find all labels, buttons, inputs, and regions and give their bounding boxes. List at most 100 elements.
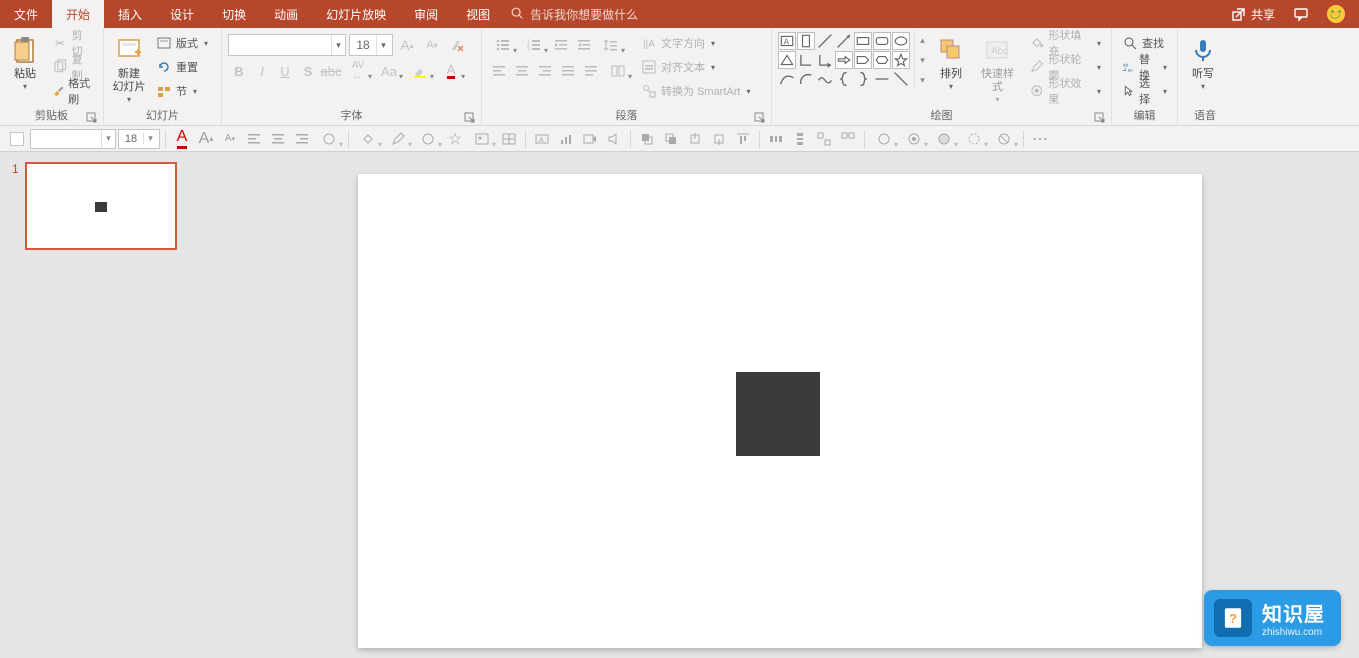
insert-chart-button[interactable]: [555, 128, 577, 150]
slide-thumbnail-1[interactable]: 1: [12, 162, 188, 250]
char-spacing-button[interactable]: AV↔: [343, 60, 373, 82]
thumb-preview[interactable]: [25, 162, 177, 250]
bullets-button[interactable]: [488, 34, 518, 56]
shape-effects-button[interactable]: 形状效果▾: [1025, 80, 1105, 102]
tab-slideshow[interactable]: 幻灯片放映: [312, 0, 400, 28]
dictate-button[interactable]: 听写 ▾: [1182, 30, 1224, 91]
circle1-button[interactable]: [870, 128, 898, 150]
smartart-button[interactable]: 转换为 SmartArt▾: [637, 80, 754, 102]
bring-forward-button[interactable]: [684, 128, 706, 150]
star-button[interactable]: ☆: [444, 128, 466, 150]
tab-review[interactable]: 审阅: [400, 0, 452, 28]
circle5-button[interactable]: [990, 128, 1018, 150]
tab-animation[interactable]: 动画: [260, 0, 312, 28]
reset-button[interactable]: 重置: [152, 56, 212, 78]
ungroup-button[interactable]: [837, 128, 859, 150]
paste-button[interactable]: 粘贴 ▾: [4, 30, 46, 91]
dropdown-caret-icon[interactable]: ▾: [376, 35, 390, 55]
layout-button[interactable]: 版式▾: [152, 32, 212, 54]
decrease-indent-button[interactable]: [550, 34, 572, 56]
shape-line[interactable]: [816, 32, 834, 50]
shape-curve[interactable]: [778, 70, 796, 88]
shape-arrow-right[interactable]: [835, 51, 853, 69]
align-left-2-button[interactable]: [243, 128, 265, 150]
shadow-button[interactable]: S: [297, 60, 319, 82]
slide-thumbnail-panel[interactable]: 1: [0, 152, 200, 658]
font-combo-2[interactable]: ▾: [30, 129, 116, 149]
font-color-button[interactable]: A: [436, 60, 466, 82]
text-direction-button[interactable]: ||A文字方向▾: [637, 32, 754, 54]
distribute-h-button[interactable]: [765, 128, 787, 150]
shape-elbow-arrow[interactable]: [816, 51, 834, 69]
font-size-combo[interactable]: ▾: [349, 34, 393, 56]
circle2-button[interactable]: [900, 128, 928, 150]
shape-effects-2-button[interactable]: [414, 128, 442, 150]
tab-home[interactable]: 开始: [52, 0, 104, 28]
distribute-v-button[interactable]: [789, 128, 811, 150]
dialog-launcher-icon[interactable]: [86, 112, 98, 124]
shape-oval[interactable]: [892, 32, 910, 50]
tab-file[interactable]: 文件: [0, 0, 52, 28]
circle4-button[interactable]: [960, 128, 988, 150]
shape-textbox[interactable]: A: [778, 32, 796, 50]
align-top-button[interactable]: [732, 128, 754, 150]
tab-view[interactable]: 视图: [452, 0, 504, 28]
format-painter-button[interactable]: 格式刷: [48, 80, 97, 102]
shape-outline-2-button[interactable]: [384, 128, 412, 150]
arrange-button[interactable]: 排列 ▾: [930, 30, 972, 91]
share-button[interactable]: 共享: [1231, 6, 1275, 23]
tab-insert[interactable]: 插入: [104, 0, 156, 28]
dropdown-caret-icon[interactable]: ▾: [331, 35, 345, 55]
grow-font-button[interactable]: A▴: [396, 34, 418, 56]
shape-vtextbox[interactable]: [797, 32, 815, 50]
justify-button[interactable]: [557, 60, 579, 82]
send-backward-button[interactable]: [708, 128, 730, 150]
italic-button[interactable]: I: [251, 60, 273, 82]
align-right-2-button[interactable]: [291, 128, 313, 150]
shape-hexagon[interactable]: [873, 51, 891, 69]
shape-triangle[interactable]: [778, 51, 796, 69]
font-color-2-button[interactable]: A: [171, 128, 193, 150]
shape-fill-2-button[interactable]: [354, 128, 382, 150]
more-button[interactable]: ⋯: [1029, 128, 1051, 150]
strike-button[interactable]: abc: [320, 60, 342, 82]
tab-design[interactable]: 设计: [156, 0, 208, 28]
insert-audio-button[interactable]: [603, 128, 625, 150]
shape-elbow[interactable]: [797, 51, 815, 69]
section-button[interactable]: 节▾: [152, 80, 212, 102]
insert-pic-button[interactable]: [468, 128, 496, 150]
shape-brace-r[interactable]: [854, 70, 872, 88]
align-center-2-button[interactable]: [267, 128, 289, 150]
dialog-launcher-icon[interactable]: [1094, 112, 1106, 124]
font-size-input-2[interactable]: [119, 133, 143, 145]
grow-font-2-button[interactable]: A▴: [195, 128, 217, 150]
insert-textbox-button[interactable]: A: [531, 128, 553, 150]
quick-styles-button[interactable]: Abc 快速样式 ▾: [972, 30, 1023, 104]
columns-button[interactable]: [603, 60, 633, 82]
shrink-font-button[interactable]: A▾: [421, 34, 443, 56]
smiley-icon[interactable]: [1327, 5, 1345, 23]
new-slide-button[interactable]: 新建 幻灯片 ▾: [108, 30, 150, 104]
shape-rect[interactable]: [854, 32, 872, 50]
font-name-combo[interactable]: ▾: [228, 34, 346, 56]
underline-button[interactable]: U: [274, 60, 296, 82]
align-left-button[interactable]: [488, 60, 510, 82]
comments-icon[interactable]: [1293, 6, 1309, 22]
dialog-launcher-icon[interactable]: [754, 112, 766, 124]
numbering-button[interactable]: 123: [519, 34, 549, 56]
shrink-font-2-button[interactable]: A▾: [219, 128, 241, 150]
distribute-button[interactable]: [580, 60, 602, 82]
select-button[interactable]: 选择▾: [1118, 80, 1171, 102]
shape-star[interactable]: [892, 51, 910, 69]
slide-canvas-area[interactable]: [200, 152, 1359, 658]
increase-indent-button[interactable]: [573, 34, 595, 56]
font-size-input[interactable]: [350, 38, 376, 52]
send-back-button[interactable]: [660, 128, 682, 150]
gallery-down-button[interactable]: ▾: [915, 52, 930, 68]
shape-arc[interactable]: [797, 70, 815, 88]
shape-wave[interactable]: [816, 70, 834, 88]
font-size-combo-2[interactable]: ▾: [118, 129, 160, 149]
shape-brace-l[interactable]: [835, 70, 853, 88]
shape-arrow-line[interactable]: [835, 32, 853, 50]
shape-connector[interactable]: [873, 70, 891, 88]
